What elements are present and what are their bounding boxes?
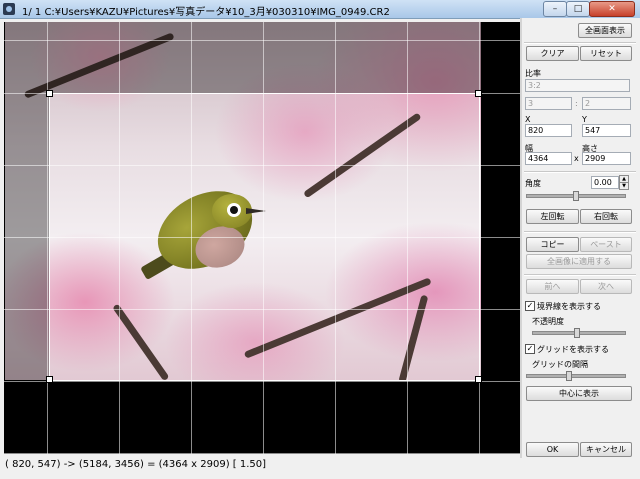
prev-button[interactable]: 前へ bbox=[526, 279, 579, 294]
grid-spacing-slider-thumb[interactable] bbox=[566, 371, 572, 381]
ok-button[interactable]: OK bbox=[526, 442, 579, 457]
show-grid-label: グリッドを表示する bbox=[537, 345, 609, 354]
app-icon bbox=[3, 3, 15, 15]
close-button[interactable]: ✕ bbox=[589, 1, 635, 17]
angle-field[interactable]: 0.00 bbox=[591, 176, 619, 189]
clear-button[interactable]: クリア bbox=[526, 46, 579, 61]
show-border-label: 境界線を表示する bbox=[537, 302, 601, 311]
maximize-icon: □ bbox=[573, 4, 583, 14]
paste-button[interactable]: ペースト bbox=[580, 237, 632, 252]
grid-spacing-slider-track[interactable] bbox=[526, 374, 626, 378]
divider bbox=[524, 231, 636, 233]
settings-panel: 全画面表示 クリア リセット 比率 3:2 3 : 2 X Y 820 547 … bbox=[522, 18, 640, 479]
y-field[interactable]: 547 bbox=[582, 124, 631, 137]
crop-rectangle[interactable] bbox=[49, 93, 480, 381]
ratio-select[interactable]: 3:2 bbox=[525, 79, 630, 92]
spin-down-icon[interactable]: ▼ bbox=[619, 182, 629, 190]
copy-button[interactable]: コピー bbox=[526, 237, 579, 252]
ratio-label: 比率 bbox=[525, 69, 541, 78]
ratio-separator: : bbox=[575, 99, 578, 108]
times-label: x bbox=[574, 154, 579, 163]
grid-line bbox=[47, 22, 48, 454]
y-label: Y bbox=[582, 115, 587, 124]
maximize-button[interactable]: □ bbox=[566, 1, 590, 17]
crop-handle-top-left[interactable] bbox=[46, 90, 53, 97]
status-bar: ( 820, 547) -> (5184, 3456) = (4364 x 29… bbox=[5, 459, 267, 470]
fullscreen-button[interactable]: 全画面表示 bbox=[578, 23, 632, 38]
ratio-width-field[interactable]: 3 bbox=[525, 97, 572, 110]
opacity-slider-thumb[interactable] bbox=[574, 328, 580, 338]
reset-button[interactable]: リセット bbox=[580, 46, 632, 61]
opacity-label: 不透明度 bbox=[532, 317, 564, 326]
rotate-left-button[interactable]: 左回転 bbox=[526, 209, 579, 224]
cancel-button[interactable]: キャンセル bbox=[580, 442, 632, 457]
divider bbox=[524, 171, 636, 173]
grid-line bbox=[4, 453, 520, 454]
divider bbox=[524, 274, 636, 276]
angle-slider-thumb[interactable] bbox=[573, 191, 579, 201]
angle-label: 角度 bbox=[525, 179, 541, 188]
apply-to-all-button[interactable]: 全画像に適用する bbox=[526, 254, 632, 269]
rotate-right-button[interactable]: 右回転 bbox=[580, 209, 632, 224]
height-field[interactable]: 2909 bbox=[582, 152, 631, 165]
ratio-height-field[interactable]: 2 bbox=[582, 97, 631, 110]
close-icon: ✕ bbox=[608, 4, 616, 14]
x-field[interactable]: 820 bbox=[525, 124, 572, 137]
grid-line bbox=[4, 40, 520, 41]
grid-spacing-label: グリッドの間隔 bbox=[532, 360, 588, 369]
minimize-icon: – bbox=[552, 4, 558, 14]
crop-handle-top-right[interactable] bbox=[475, 90, 482, 97]
crop-canvas[interactable] bbox=[4, 22, 520, 454]
crop-handle-bottom-left[interactable] bbox=[46, 376, 53, 383]
crop-handle-bottom-right[interactable] bbox=[475, 376, 482, 383]
title-bar: 1/ 1 C:¥Users¥KAZU¥Pictures¥写真データ¥10_3月¥… bbox=[0, 0, 640, 19]
show-grid-checkbox[interactable]: ✓ bbox=[525, 344, 535, 354]
x-label: X bbox=[525, 115, 531, 124]
outside-crop-shade bbox=[5, 22, 481, 93]
show-border-checkbox[interactable]: ✓ bbox=[525, 301, 535, 311]
width-field[interactable]: 4364 bbox=[525, 152, 572, 165]
minimize-button[interactable]: – bbox=[543, 1, 567, 17]
grid-line bbox=[4, 381, 520, 382]
next-button[interactable]: 次へ bbox=[580, 279, 632, 294]
window-title: 1/ 1 C:¥Users¥KAZU¥Pictures¥写真データ¥10_3月¥… bbox=[22, 7, 390, 18]
center-view-button[interactable]: 中心に表示 bbox=[526, 386, 632, 401]
divider bbox=[524, 42, 636, 44]
